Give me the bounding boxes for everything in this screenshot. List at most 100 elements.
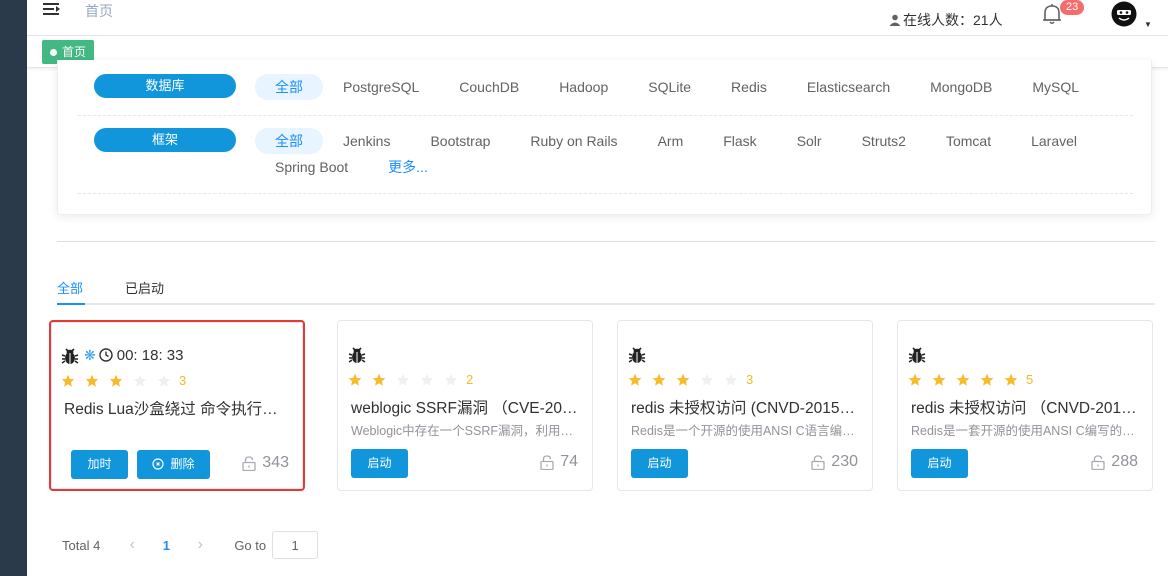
card-header: ❋ 00: 18: 33 <box>60 344 183 366</box>
db-option-mysql[interactable]: MySQL <box>1012 74 1099 100</box>
card-title: Redis Lua沙盒绕过 命令执行（CVE-2022-0543） <box>64 401 292 418</box>
bug-icon <box>61 348 79 364</box>
start-count: 230 <box>811 453 858 471</box>
fw-option-solr[interactable]: Solr <box>777 128 842 154</box>
db-option-redis[interactable]: Redis <box>711 74 787 100</box>
chevron-right-icon[interactable]: › <box>186 536 214 554</box>
fw-option-all[interactable]: 全部 <box>255 128 323 154</box>
card-title: redis 未授权访问 (CNVD-2015-07557) <box>631 400 859 417</box>
person-icon <box>889 14 901 26</box>
tab-bar: 全部 已启动 <box>57 270 1155 305</box>
bug-icon <box>628 347 646 363</box>
db-option-postgresql[interactable]: PostgreSQL <box>323 74 439 100</box>
image-card-3[interactable]: 3 redis 未授权访问 (CNVD-2015-07557) Redis是一个… <box>617 320 873 491</box>
bug-icon <box>908 347 926 363</box>
database-options: 全部 PostgreSQL CouchDB Hadoop SQLite Redi… <box>255 74 1135 100</box>
tab-started[interactable]: 已启动 <box>125 278 164 297</box>
start-count: 343 <box>242 454 289 472</box>
star-icon <box>700 373 714 386</box>
star-icon <box>109 374 123 387</box>
card-description: Redis是一个开源的使用ANSI C语言编写的数据库 <box>631 424 857 438</box>
section-divider <box>57 241 1155 242</box>
extend-time-button[interactable]: 加时 <box>71 450 128 479</box>
fw-option-flask[interactable]: Flask <box>703 128 776 154</box>
db-option-elasticsearch[interactable]: Elasticsearch <box>787 74 910 100</box>
delete-button[interactable]: 删除 <box>137 450 210 479</box>
image-card-2[interactable]: 2 weblogic SSRF漏洞 （CVE-2014-4210） Weblog… <box>337 320 593 491</box>
start-count-value: 343 <box>262 454 289 471</box>
start-count-value: 230 <box>831 453 858 470</box>
card-description: Redis是一套开源的使用ANSI C编写的数据库 <box>911 424 1137 438</box>
bug-icon <box>348 347 366 363</box>
star-icon <box>133 374 147 387</box>
card-header <box>627 343 647 365</box>
pagination-page-1[interactable]: 1 <box>146 538 186 553</box>
star-icon <box>652 373 666 386</box>
start-button[interactable]: 启动 <box>631 449 688 478</box>
star-icon <box>61 374 75 387</box>
online-users-label: 在线人数：21人 <box>903 12 1003 28</box>
star-rating: 3 <box>628 372 753 387</box>
star-icon <box>932 373 946 386</box>
star-rating: 3 <box>61 373 186 388</box>
tab-all[interactable]: 全部 <box>57 278 83 297</box>
fw-option-tomcat[interactable]: Tomcat <box>926 128 1011 154</box>
online-users: 在线人数：21人 <box>889 10 1003 30</box>
category-database[interactable]: 数据库 <box>94 74 236 98</box>
start-count-value: 74 <box>560 453 578 470</box>
rating-value: 5 <box>1026 372 1034 387</box>
star-icon <box>628 373 642 386</box>
pagination-goto-input[interactable] <box>272 531 319 559</box>
category-framework[interactable]: 框架 <box>94 128 236 152</box>
pagination-goto-label: Go to <box>234 537 267 553</box>
rating-value: 3 <box>179 373 187 388</box>
start-count: 74 <box>540 453 578 471</box>
star-icon <box>157 374 171 387</box>
fw-option-laravel[interactable]: Laravel <box>1011 128 1097 154</box>
sidebar <box>0 0 27 576</box>
breadcrumb-home[interactable]: 首页 <box>85 1 113 21</box>
main-area: 首页 在线人数：21人 2 3 ▼ 首页 数据库 全部 PostgreSQL Co… <box>27 0 1168 576</box>
rating-value: 3 <box>746 372 754 387</box>
fw-option-jenkins[interactable]: Jenkins <box>323 128 410 154</box>
card-title: weblogic SSRF漏洞 （CVE-2014-4210） <box>351 400 579 417</box>
delete-button-label: 删除 <box>170 457 195 471</box>
pagination: Total 4 ‹ 1 › Go to <box>62 530 319 560</box>
fw-option-arm[interactable]: Arm <box>638 128 704 154</box>
db-option-all[interactable]: 全部 <box>255 74 323 100</box>
star-icon <box>908 373 922 386</box>
star-icon <box>420 373 434 386</box>
avatar-icon[interactable] <box>1111 1 1137 27</box>
filter-row-framework: 框架 全部 Jenkins Bootstrap Ruby on Rails Ar… <box>78 116 1133 194</box>
db-option-couchdb[interactable]: CouchDB <box>439 74 539 100</box>
rating-value: 2 <box>466 372 474 387</box>
fw-option-bootstrap[interactable]: Bootstrap <box>410 128 510 154</box>
avatar-dropdown-caret[interactable]: ▼ <box>1144 20 1152 29</box>
fw-option-struts2[interactable]: Struts2 <box>842 128 926 154</box>
spinner-icon: ❋ <box>84 346 96 363</box>
star-icon <box>956 373 970 386</box>
countdown-timer: 00: 18: 33 <box>116 346 184 364</box>
image-card-1[interactable]: ❋ 00: 18: 33 3 Redis Lua沙盒绕过 命令执行（CVE-20… <box>49 320 305 491</box>
db-option-mongodb[interactable]: MongoDB <box>910 74 1012 100</box>
pagination-total: Total 4 <box>62 537 101 553</box>
fw-option-spring-boot[interactable]: Spring Boot <box>255 154 368 180</box>
chevron-left-icon[interactable]: ‹ <box>118 536 146 554</box>
tab-active-indicator <box>57 303 85 305</box>
start-button[interactable]: 启动 <box>911 449 968 478</box>
menu-icon[interactable] <box>43 2 63 16</box>
tag-active-dot <box>50 48 57 56</box>
card-description: Weblogic中存在一个SSRF漏洞，利用该漏洞可以发送任意HTTP请求 <box>351 424 577 438</box>
db-option-hadoop[interactable]: Hadoop <box>539 74 628 100</box>
star-icon <box>396 373 410 386</box>
image-card-4[interactable]: 5 redis 未授权访问 （CNVD-2019-21763） Redis是一套… <box>897 320 1153 491</box>
star-icon <box>676 373 690 386</box>
stop-icon <box>152 458 165 470</box>
fw-option-ruby-on-rails[interactable]: Ruby on Rails <box>510 128 637 154</box>
star-icon <box>85 374 99 387</box>
start-button[interactable]: 启动 <box>351 449 408 478</box>
fw-option-more[interactable]: 更多... <box>368 154 448 180</box>
db-option-sqlite[interactable]: SQLite <box>628 74 711 100</box>
start-count: 288 <box>1091 453 1138 471</box>
star-icon <box>724 373 738 386</box>
